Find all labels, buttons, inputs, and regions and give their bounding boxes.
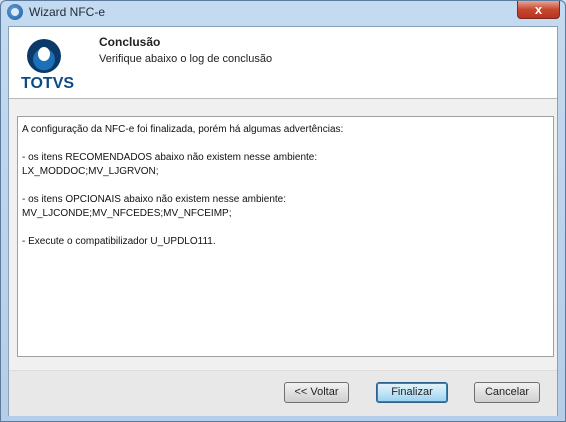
step-title: Conclusão xyxy=(99,35,161,49)
header-divider xyxy=(9,98,557,99)
conclusion-log[interactable]: A configuração da NFC-e foi finalizada, … xyxy=(17,116,554,357)
totvs-logo: TOTVS xyxy=(21,39,75,92)
totvs-logo-icon xyxy=(27,39,61,73)
finish-button[interactable]: Finalizar xyxy=(376,382,448,403)
log-line: MV_LJCONDE;MV_NFCEDES;MV_NFCEIMP; xyxy=(22,208,232,219)
log-line: - os itens RECOMENDADOS abaixo não exist… xyxy=(22,152,318,163)
cancel-button[interactable]: Cancelar xyxy=(474,382,540,403)
back-button[interactable]: << Voltar xyxy=(284,382,349,403)
button-bar: << Voltar Finalizar Cancelar xyxy=(9,370,557,416)
close-icon: x xyxy=(534,2,543,17)
title-bar[interactable]: Wizard NFC-e x xyxy=(1,1,565,23)
logo-text: TOTVS xyxy=(21,75,75,92)
app-icon xyxy=(7,4,23,20)
wizard-client-area: TOTVS Conclusão Verifique abaixo o log d… xyxy=(8,26,558,416)
wizard-window: Wizard NFC-e x TOTVS Conclusão Verifique… xyxy=(0,0,566,422)
log-line: - os itens OPCIONAIS abaixo não existem … xyxy=(22,194,287,205)
log-line: - Execute o compatibilizador U_UPDLO111. xyxy=(22,236,216,247)
window-title: Wizard NFC-e xyxy=(29,5,106,19)
log-line: LX_MODDOC;MV_LJGRVON; xyxy=(22,166,159,177)
close-button[interactable]: x xyxy=(517,1,560,19)
log-line: A configuração da NFC-e foi finalizada, … xyxy=(22,124,344,135)
step-subtitle: Verifique abaixo o log de conclusão xyxy=(99,53,273,65)
wizard-header: TOTVS Conclusão Verifique abaixo o log d… xyxy=(9,27,557,98)
